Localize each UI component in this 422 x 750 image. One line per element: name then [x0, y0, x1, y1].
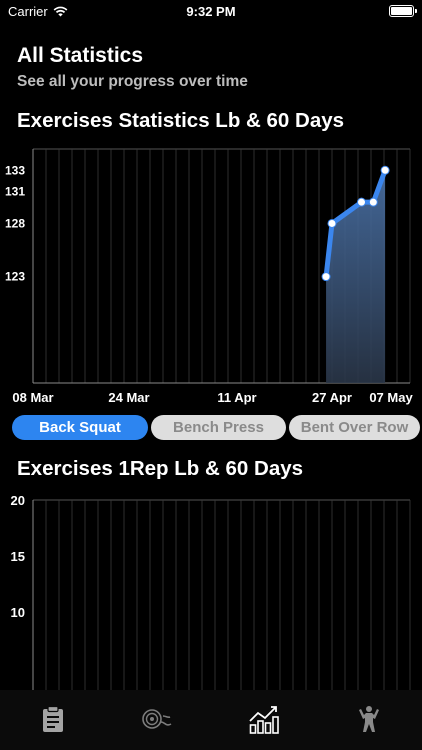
- x-tick-label: 11 Apr: [217, 390, 256, 405]
- tab-workouts[interactable]: [37, 704, 69, 734]
- one-rep-statistics-title: Exercises 1Rep Lb & 60 Days: [17, 457, 304, 480]
- y-tick-label: 15: [11, 549, 25, 564]
- y-tick-label: 128: [5, 216, 25, 230]
- y-tick-label: 131: [5, 185, 25, 199]
- tab-statistics[interactable]: [248, 704, 280, 734]
- x-tick-label: 27 Apr: [312, 390, 352, 405]
- tab-profile[interactable]: [353, 704, 385, 734]
- y-tick-label: 123: [5, 270, 25, 284]
- data-point: [321, 272, 331, 282]
- x-tick-label: 07 May: [369, 390, 413, 405]
- tab-bar: [0, 690, 422, 750]
- status-bar: Carrier 9:32 PM: [0, 0, 422, 24]
- data-point: [357, 197, 366, 207]
- tab-equipment[interactable]: [142, 704, 174, 734]
- y-tick-label: 10: [11, 605, 25, 620]
- data-point: [380, 165, 390, 175]
- data-point: [368, 197, 378, 207]
- statistics-chart-icon: [249, 706, 279, 734]
- exercise-statistics-chart: 123 128 131 133 08 Mar 24 Mar 11 Apr 27 Apr 07 M…: [5, 148, 413, 405]
- battery-icon: [389, 5, 417, 17]
- x-tick-label: 24 Mar: [108, 390, 149, 405]
- status-time: 9:32 PM: [186, 4, 236, 19]
- x-tick-label: 08 Mar: [12, 390, 53, 405]
- y-tick-label: 133: [5, 163, 25, 177]
- filter-chip-bent-over-row[interactable]: Bent Over Row: [289, 415, 420, 440]
- data-point: [327, 218, 337, 228]
- weight-plate-icon: [142, 709, 172, 729]
- page-title: All Statistics: [17, 44, 144, 67]
- filter-chip-bench-press[interactable]: Bench Press: [151, 415, 286, 440]
- bodybuilder-icon: [359, 706, 379, 732]
- page-subtitle: See all your progress over time: [17, 73, 248, 90]
- one-rep-chart: 10 15 20: [11, 493, 411, 690]
- exercise-filter-chips: Back Squat Bench Press Bent Over Row: [12, 415, 422, 441]
- exercises-statistics-title: Exercises Statistics Lb & 60 Days: [17, 109, 345, 132]
- filter-chip-back-squat[interactable]: Back Squat: [12, 415, 148, 440]
- clipboard-icon: [43, 705, 63, 732]
- y-tick-label: 20: [11, 493, 25, 508]
